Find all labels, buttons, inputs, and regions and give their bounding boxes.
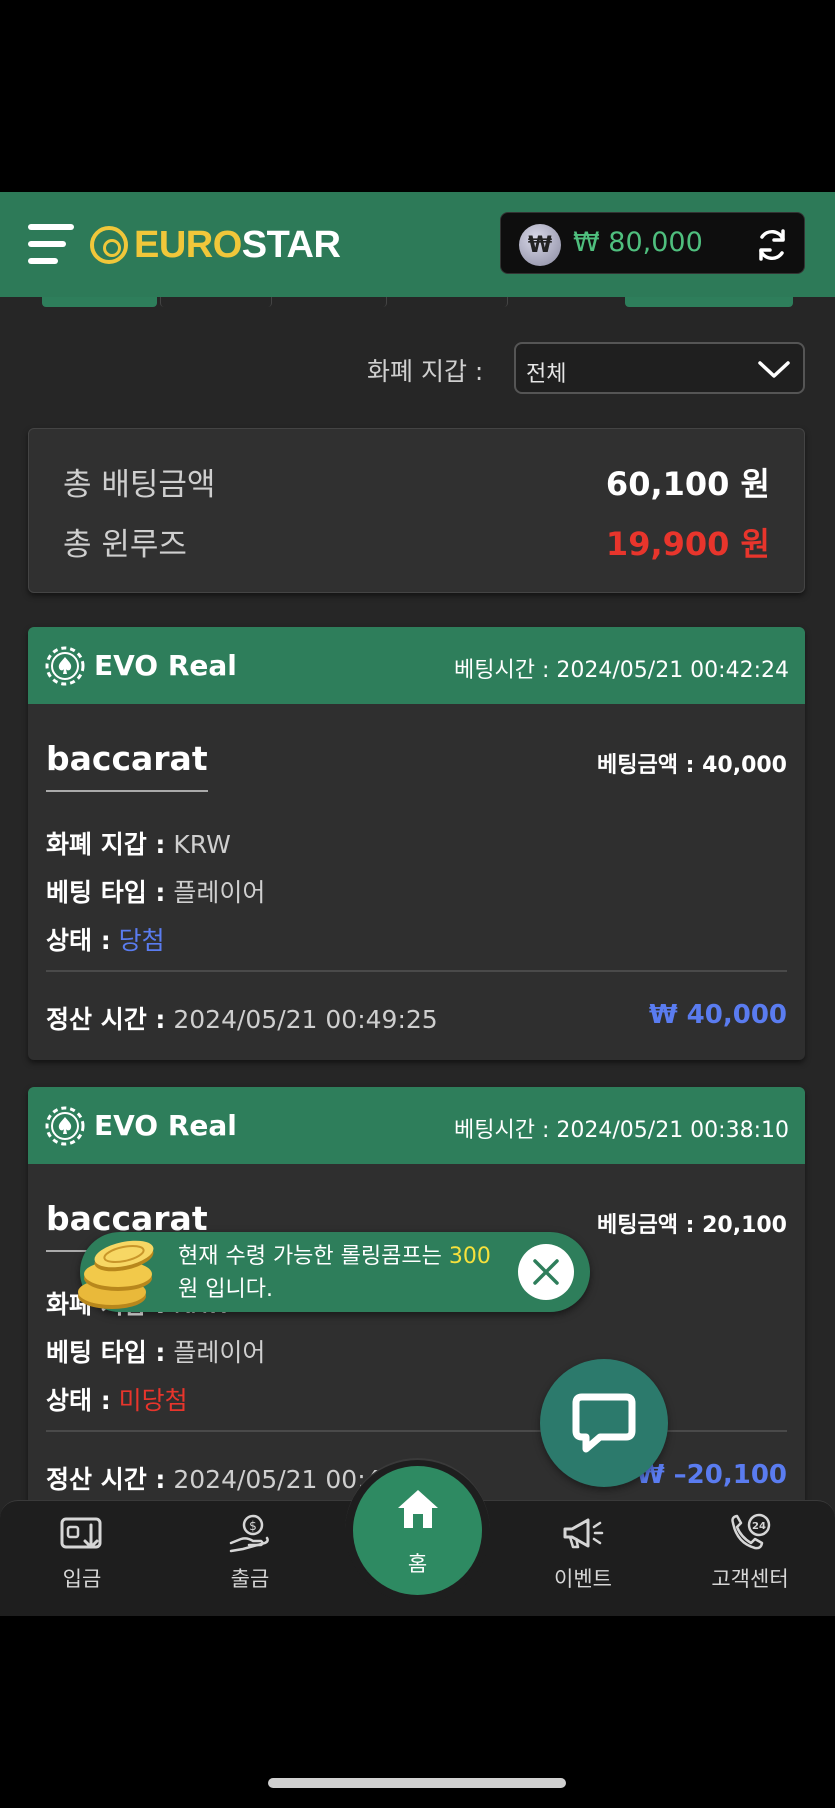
bet-type-row: 베팅 타입 : 플레이어 <box>46 878 266 907</box>
logo-star-text: STAR <box>241 223 341 266</box>
toast-amount: 300 <box>448 1244 491 1269</box>
top-header: EUROSTAR ₩ ₩ 80,000 <box>0 192 835 297</box>
wallet-filter-select[interactable]: 전체 <box>514 342 805 394</box>
app-screen: EUROSTAR ₩ ₩ 80,000 화폐 지갑 : 전체 총 배팅금액 60… <box>0 192 835 1616</box>
nav-support-label: 고객센터 <box>711 1567 789 1591</box>
eurostar-logo[interactable]: EUROSTAR <box>90 220 341 270</box>
tab-strip-remnant <box>0 297 835 311</box>
support-24-phone-icon: 24 <box>731 1513 771 1550</box>
megaphone-icon <box>563 1518 604 1549</box>
bet-amount: 베팅금액 : 20,100 <box>597 1213 787 1238</box>
bet-card-header: EVO Real 베팅시간 : 2024/05/21 00:42:24 <box>28 627 805 704</box>
status-row: 상태 : 당첨 <box>46 926 165 955</box>
bet-time: 베팅시간 : 2024/05/21 00:42:24 <box>454 658 789 683</box>
refresh-icon[interactable] <box>754 227 790 263</box>
total-winloss-value: 19,900 원 <box>605 525 770 563</box>
betting-summary: 총 배팅금액 60,100 원 총 윈루즈 19,900 원 <box>28 428 805 593</box>
bet-card-header: EVO Real 베팅시간 : 2024/05/21 00:38:10 <box>28 1087 805 1164</box>
nav-deposit-label: 입금 <box>62 1567 102 1591</box>
provider-name: EVO Real <box>94 1109 237 1142</box>
status-badge: 미당첨 <box>118 1386 188 1415</box>
close-icon <box>533 1259 559 1285</box>
settle-time-row: 정산 시간 : 2024/05/21 00:4 <box>46 1465 382 1494</box>
chat-button[interactable] <box>540 1359 668 1487</box>
logo-mark-icon <box>90 226 128 264</box>
total-bet-value: 60,100 원 <box>605 465 770 503</box>
menu-icon[interactable] <box>28 222 74 266</box>
nav-event[interactable]: 이벤트 <box>523 1513 643 1593</box>
wallet-filter-label: 화폐 지갑 : <box>367 357 484 386</box>
settle-time-row: 정산 시간 : 2024/05/21 00:49:25 <box>46 1005 438 1034</box>
chat-bubble-icon <box>572 1393 636 1453</box>
withdraw-money-hand-icon: $ <box>229 1514 269 1553</box>
game-name: baccarat <box>46 739 208 792</box>
nav-deposit[interactable]: 입금 <box>22 1513 142 1593</box>
bet-type-row: 베팅 타입 : 플레이어 <box>46 1338 266 1367</box>
rolling-comp-toast[interactable]: 현재 수령 가능한 롤링콤프는 300 원 입니다. <box>78 1232 590 1312</box>
home-icon <box>398 1490 438 1528</box>
payout-amount: ₩ 40,000 <box>648 1000 787 1030</box>
nav-home[interactable]: 홈 <box>353 1466 482 1595</box>
nav-withdraw[interactable]: $ 출금 <box>190 1513 310 1593</box>
home-indicator-bar[interactable] <box>268 1778 566 1788</box>
chevron-down-icon <box>758 361 790 378</box>
nav-home-label: 홈 <box>407 1552 428 1576</box>
casino-chip-icon <box>45 1106 85 1146</box>
bet-amount: 베팅금액 : 40,000 <box>597 753 787 778</box>
toast-message: 현재 수령 가능한 롤링콤프는 300 원 입니다. <box>178 1244 491 1302</box>
nav-event-label: 이벤트 <box>554 1567 612 1591</box>
bet-card: EVO Real 베팅시간 : 2024/05/21 00:42:24 bacc… <box>28 627 805 1060</box>
balance-box: ₩ ₩ 80,000 <box>500 212 805 274</box>
bet-time: 베팅시간 : 2024/05/21 00:38:10 <box>454 1118 789 1143</box>
divider <box>46 970 787 972</box>
toast-close-button[interactable] <box>518 1244 574 1300</box>
nav-support[interactable]: 24 고객센터 <box>690 1513 810 1593</box>
total-bet-label: 총 배팅금액 <box>63 467 216 503</box>
nav-withdraw-label: 출금 <box>230 1567 270 1591</box>
balance-amount: ₩ 80,000 <box>573 227 703 258</box>
casino-chip-icon <box>45 646 85 686</box>
total-winloss-label: 총 윈루즈 <box>63 527 187 563</box>
payout-amount: ₩ –20,100 <box>635 1460 787 1490</box>
svg-text:24: 24 <box>752 1521 766 1532</box>
provider-name: EVO Real <box>94 649 237 682</box>
status-badge: 당첨 <box>118 926 165 955</box>
divider <box>46 1430 787 1432</box>
deposit-wallet-icon <box>60 1517 102 1549</box>
logo-euro-text: EURO <box>134 223 242 266</box>
status-row: 상태 : 미당첨 <box>46 1386 188 1415</box>
gold-coins-icon <box>78 1240 154 1309</box>
wallet-row: 화폐 지갑 : KRW <box>46 830 231 859</box>
wallet-filter-value: 전체 <box>526 362 567 387</box>
svg-text:$: $ <box>249 1519 257 1533</box>
won-coin-icon: ₩ <box>519 224 561 266</box>
